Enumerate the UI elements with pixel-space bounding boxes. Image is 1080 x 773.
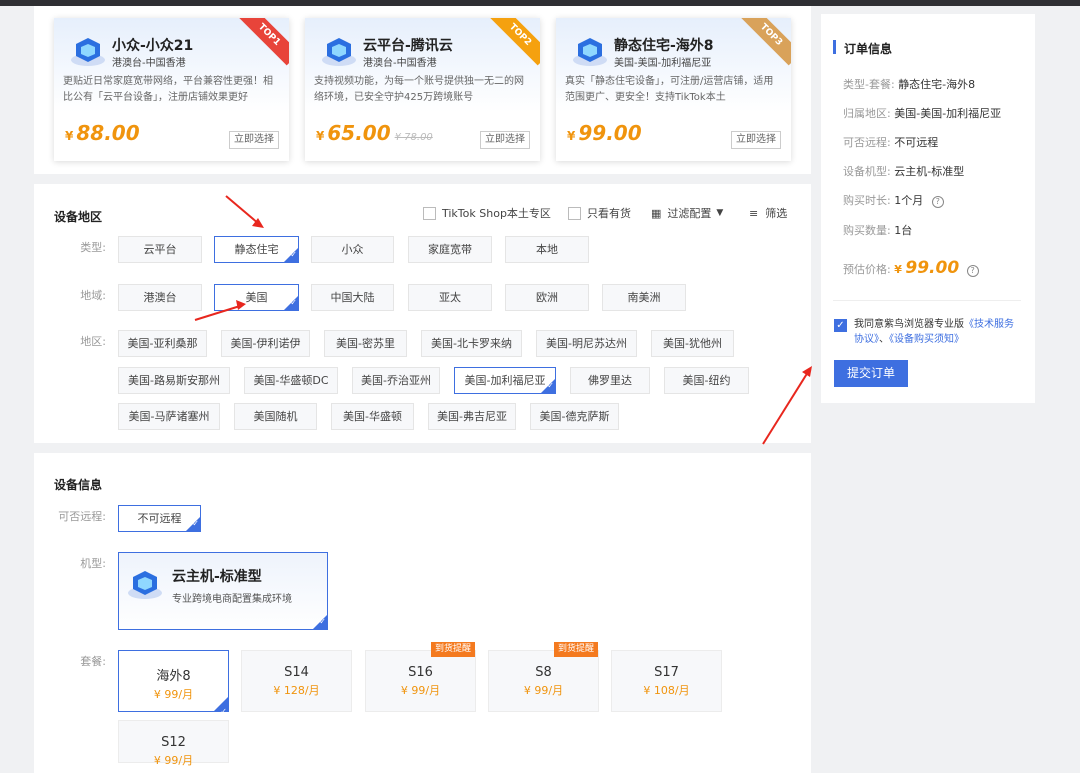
model-option[interactable]: 云主机-标准型 专业跨境电商配置集成环境 bbox=[118, 552, 328, 634]
card-price: ¥99.00 bbox=[567, 121, 642, 145]
type-option[interactable]: 静态住宅 bbox=[214, 236, 299, 267]
type-label: 类型: bbox=[80, 241, 106, 254]
caret-down-icon: ▼ bbox=[716, 208, 724, 218]
card-price: ¥88.00 bbox=[65, 121, 140, 145]
package-option[interactable]: S12 ¥ 99/月 bbox=[118, 720, 229, 767]
help-icon[interactable]: ? bbox=[966, 265, 979, 277]
area-option[interactable]: 美国-加利福尼亚 bbox=[454, 367, 556, 398]
title-accent-bar bbox=[833, 40, 836, 54]
area-label: 地区: bbox=[80, 335, 106, 348]
area-option[interactable]: 佛罗里达 bbox=[570, 367, 650, 394]
area-option[interactable]: 美国-马萨诸塞州 bbox=[118, 403, 220, 430]
order-row: 可否远程: 不可远程 bbox=[843, 136, 939, 149]
cube-icon bbox=[322, 38, 356, 66]
domain-option[interactable]: 欧洲 bbox=[505, 284, 589, 311]
domain-label: 地域: bbox=[80, 289, 106, 302]
order-row: 类型-套餐: 静态住宅-海外8 bbox=[843, 78, 976, 91]
domain-option[interactable]: 亚太 bbox=[408, 284, 492, 311]
area-option[interactable]: 美国-伊利诺伊 bbox=[221, 330, 310, 357]
remote-label: 可否远程: bbox=[58, 510, 106, 523]
order-row: 设备机型: 云主机-标准型 bbox=[843, 165, 965, 178]
card-description: 支持视频功能，为每一个账号提供独一无二的网络环境，已安全守护425万跨境账号 bbox=[314, 76, 524, 103]
old-price: ¥ 78.00 bbox=[394, 132, 433, 143]
card-subtitle: 港澳台-中国香港 bbox=[112, 58, 186, 69]
model-description: 专业跨境电商配置集成环境 bbox=[172, 594, 292, 605]
package-option[interactable]: S17 ¥ 108/月 bbox=[611, 650, 722, 712]
area-option[interactable]: 美国-明尼苏达州 bbox=[536, 330, 637, 357]
filter-icon: ≡ bbox=[749, 206, 759, 220]
card-title: 云平台-腾讯云 bbox=[363, 38, 453, 54]
area-option[interactable]: 美国-纽约 bbox=[664, 367, 749, 394]
card-title: 静态住宅-海外8 bbox=[614, 38, 714, 54]
cube-icon bbox=[573, 38, 607, 66]
submit-order-button[interactable]: 提交订单 bbox=[834, 360, 908, 387]
card-subtitle: 港澳台-中国香港 bbox=[363, 58, 437, 69]
package-label: 套餐: bbox=[80, 655, 106, 668]
divider bbox=[833, 300, 1021, 301]
package-option[interactable]: S14 ¥ 128/月 bbox=[241, 650, 352, 712]
filter-config-dropdown[interactable]: ▦ 过滤配置 ▼ bbox=[651, 205, 723, 221]
area-option[interactable]: 美国-华盛顿DC bbox=[244, 367, 338, 394]
tiktok-filter[interactable]: TikTok Shop本土专区 bbox=[423, 205, 551, 221]
restock-badge: 到货提醒 bbox=[430, 642, 475, 657]
order-row: 购买时长: 1个月 ? bbox=[843, 192, 944, 208]
card-description: 真实「静态住宅设备」，可注册/运营店铺，适用范围更广、更安全！支持TikTok本… bbox=[565, 76, 774, 103]
domain-option[interactable]: 港澳台 bbox=[118, 284, 202, 311]
recommend-card[interactable]: 小众-小众21 港澳台-中国香港 更贴近日常家庭宽带网络，平台兼容性更强！相比公… bbox=[54, 18, 289, 161]
select-button[interactable]: 立即选择 bbox=[731, 131, 781, 149]
area-option[interactable]: 美国-华盛顿 bbox=[331, 403, 414, 430]
cube-icon bbox=[128, 571, 162, 599]
checkbox[interactable] bbox=[568, 206, 581, 220]
grid-icon: ▦ bbox=[651, 206, 662, 220]
area-option[interactable]: 美国-乔治亚州 bbox=[352, 367, 440, 394]
order-title: 订单信息 bbox=[844, 42, 893, 56]
package-option[interactable]: 到货提醒 S16 ¥ 99/月 bbox=[365, 642, 476, 712]
remote-option[interactable]: 不可远程 bbox=[118, 505, 201, 536]
area-option[interactable]: 美国-亚利桑那 bbox=[118, 330, 207, 357]
recommend-panel: 小众-小众21 港澳台-中国香港 更贴近日常家庭宽带网络，平台兼容性更强！相比公… bbox=[34, 6, 811, 174]
area-option[interactable]: 美国随机 bbox=[234, 403, 317, 430]
help-icon[interactable]: ? bbox=[931, 196, 944, 208]
area-option[interactable]: 美国-德克萨斯 bbox=[530, 403, 619, 430]
card-title: 小众-小众21 bbox=[112, 38, 194, 54]
type-option[interactable]: 小众 bbox=[311, 236, 394, 263]
model-label: 机型: bbox=[80, 557, 106, 570]
agree-checkbox[interactable]: ✓ bbox=[834, 319, 847, 332]
select-button[interactable]: 立即选择 bbox=[480, 131, 530, 149]
domain-option[interactable]: 中国大陆 bbox=[311, 284, 394, 311]
device-section-title: 设备信息 bbox=[54, 478, 103, 492]
card-subtitle: 美国-美国-加利福尼亚 bbox=[614, 58, 712, 69]
restock-badge: 到货提醒 bbox=[553, 642, 598, 657]
estimated-price: 预估价格: ¥ 99.00 ? bbox=[843, 258, 979, 278]
card-price: ¥65.00 ¥ 78.00 bbox=[316, 121, 433, 145]
type-option[interactable]: 本地 bbox=[505, 236, 589, 263]
package-option[interactable]: 海外8¥ 99/月 bbox=[118, 650, 229, 716]
recommend-card[interactable]: 云平台-腾讯云 港澳台-中国香港 支持视频功能，为每一个账号提供独一无二的网络环… bbox=[305, 18, 540, 161]
area-option[interactable]: 美国-密苏里 bbox=[324, 330, 407, 357]
select-button[interactable]: 立即选择 bbox=[229, 131, 279, 149]
area-option[interactable]: 美国-弗吉尼亚 bbox=[428, 403, 516, 430]
area-option[interactable]: 美国-路易斯安那州 bbox=[118, 367, 230, 394]
package-option[interactable]: 到货提醒 S8 ¥ 99/月 bbox=[488, 642, 599, 712]
cube-icon bbox=[71, 38, 105, 66]
order-row: 归属地区: 美国-美国-加利福尼亚 bbox=[843, 107, 1002, 120]
purchase-notice-link[interactable]: 《设备购买须知》 bbox=[889, 334, 964, 345]
type-option[interactable]: 家庭宽带 bbox=[408, 236, 492, 263]
checkbox[interactable] bbox=[423, 206, 436, 220]
recommend-card[interactable]: 静态住宅-海外8 美国-美国-加利福尼亚 真实「静态住宅设备」，可注册/运营店铺… bbox=[556, 18, 791, 161]
type-option[interactable]: 云平台 bbox=[118, 236, 202, 263]
agreement-text: 我同意紫鸟浏览器专业版《技术服务协议》、《设备购买须知》 bbox=[854, 319, 1014, 345]
screen-button[interactable]: ≡ 筛选 bbox=[749, 205, 787, 221]
domain-option[interactable]: 南美洲 bbox=[602, 284, 686, 311]
domain-option[interactable]: 美国 bbox=[214, 284, 299, 315]
order-row: 购买数量: 1台 bbox=[843, 224, 913, 237]
region-section-title: 设备地区 bbox=[54, 210, 103, 224]
area-option[interactable]: 美国-犹他州 bbox=[651, 330, 734, 357]
card-description: 更贴近日常家庭宽带网络，平台兼容性更强！相比公有「云平台设备」，注册店铺效果更好 bbox=[63, 76, 273, 103]
area-option[interactable]: 美国-北卡罗来纳 bbox=[421, 330, 522, 357]
instock-filter[interactable]: 只看有货 bbox=[568, 205, 631, 221]
